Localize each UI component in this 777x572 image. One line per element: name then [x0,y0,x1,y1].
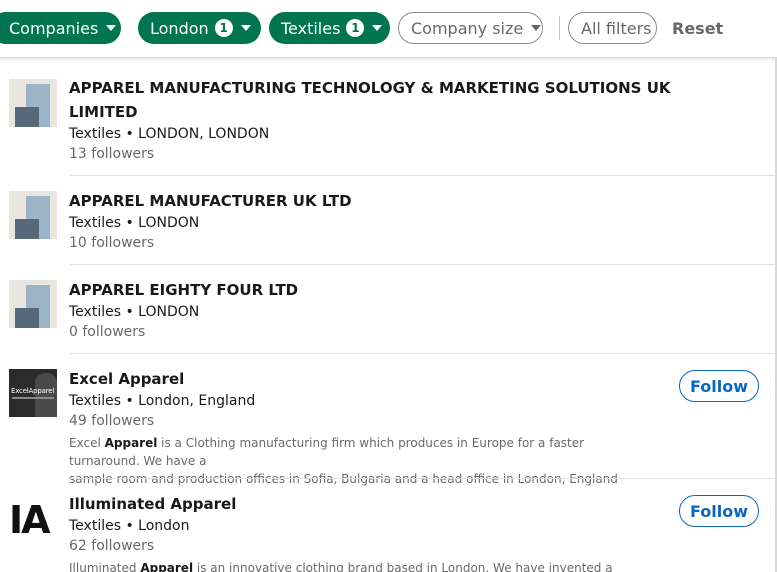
follow-button[interactable]: Follow [679,495,759,527]
follower-count: 49 followers [69,413,155,429]
list-item: APPAREL EIGHTY FOUR LTD Textiles • LONDO… [0,265,777,354]
list-item: IA Illuminated Apparel Textiles • London… [0,479,777,572]
company-meta: Textiles • LONDON, LONDON [69,126,270,142]
list-item: APPAREL MANUFACTURER UK LTD Textiles • L… [0,176,777,265]
industry-filter-button[interactable]: Textiles 1 [269,12,390,44]
company-logo[interactable] [9,280,57,328]
company-logo[interactable] [9,79,57,127]
chevron-down-icon [531,25,542,31]
industry-filter-count-badge: 1 [346,19,365,37]
company-name-link[interactable]: APPAREL EIGHTY FOUR LTD [69,278,298,302]
company-meta: Textiles • London, England [69,393,256,409]
company-name-link[interactable]: Excel Apparel [69,367,184,391]
follower-count: 62 followers [69,538,155,554]
follower-count: 0 followers [69,324,146,340]
filter-bar: Companies London 1 Textiles 1 Company si… [0,0,777,58]
company-logo[interactable] [9,191,57,239]
follower-count: 13 followers [69,146,155,162]
location-filter-count-badge: 1 [214,19,233,37]
location-filter-label: London [150,18,209,38]
list-item: ExcelApparel Excel Apparel Textiles • Lo… [0,354,777,486]
filter-divider [559,16,560,40]
company-meta: Textiles • London [69,518,190,534]
industry-filter-label: Textiles [281,18,341,38]
company-size-filter-label: Company size [411,18,524,38]
all-filters-label: All filters [581,18,652,38]
all-filters-button[interactable]: All filters [568,12,657,44]
list-item: APPAREL MANUFACTURING TECHNOLOGY & MARKE… [0,58,777,176]
follow-button[interactable]: Follow [679,370,759,402]
company-name-link[interactable]: APPAREL MANUFACTURER UK LTD [69,189,352,213]
companies-filter-button[interactable]: Companies [0,12,121,44]
company-name-link[interactable]: APPAREL MANUFACTURING TECHNOLOGY & MARKE… [69,76,671,124]
ia-logo-text: IA [9,498,51,542]
company-logo[interactable]: ExcelApparel [9,369,57,417]
company-meta: Textiles • LONDON [69,215,200,231]
company-size-filter-button[interactable]: Company size [398,12,543,44]
reset-button[interactable]: Reset [672,19,723,38]
chevron-down-icon [106,25,117,31]
company-logo[interactable]: IA [9,496,57,544]
company-description: Illuminated Apparel is an innovative clo… [69,561,613,572]
excel-apparel-logo-text: ExcelApparel [11,387,55,395]
location-filter-button[interactable]: London 1 [138,12,261,44]
company-name-link[interactable]: Illuminated Apparel [69,492,236,516]
follower-count: 10 followers [69,235,155,251]
company-meta: Textiles • LONDON [69,304,200,320]
chevron-down-icon [240,25,251,31]
chevron-down-icon [372,25,383,31]
companies-filter-label: Companies [9,18,99,38]
